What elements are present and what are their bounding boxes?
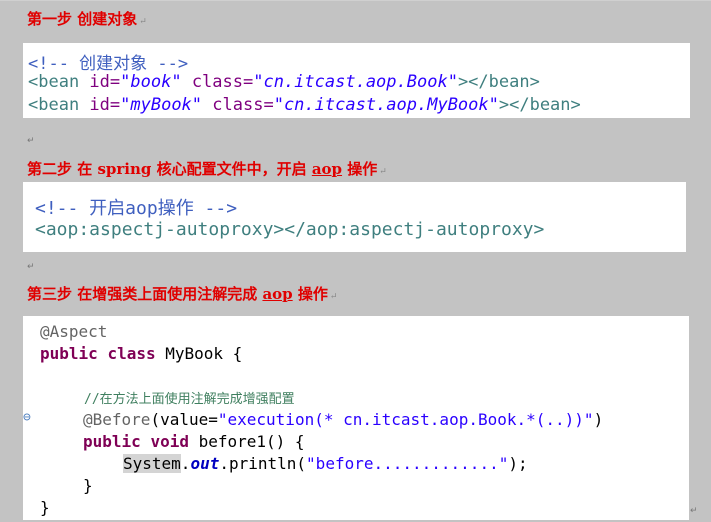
- step3-code-block: @Aspect public class MyBook { //在方法上面使用注…: [23, 316, 689, 520]
- step3-heading: 第三步 在增强类上面使用注解完成 aop 操作 ↵: [27, 283, 337, 304]
- step1-heading-text: 第一步 创建对象: [27, 10, 138, 28]
- println-call: .println(: [219, 454, 307, 473]
- aspect-annotation: @Aspect: [40, 322, 108, 341]
- step2-heading-aop: aop: [311, 160, 343, 178]
- step1-heading: 第一步 创建对象 ↵: [27, 8, 147, 29]
- bean-open-tag: <bean: [28, 95, 90, 115]
- return-mark: ↵: [379, 167, 387, 177]
- step1-code-block: <!-- 创建对象 --> <bean id="book" class="cn.…: [23, 43, 690, 118]
- system-class: System: [123, 454, 181, 473]
- class-declaration: public class MyBook {: [40, 344, 242, 363]
- aspectj-autoproxy-line: <aop:aspectj-autoproxy></aop:aspectj-aut…: [35, 219, 545, 240]
- execution-expression: "execution(* cn.itcast.aop.Book.*(..))": [217, 410, 594, 429]
- bean-open-tag: <bean: [28, 72, 90, 92]
- public-keyword: public: [83, 432, 141, 451]
- method-signature: public void before1() {: [83, 432, 305, 451]
- top-rule: [0, 0, 711, 1]
- id-attr: id=: [89, 72, 121, 92]
- out-field: out: [190, 454, 220, 473]
- class-attr: class=: [212, 95, 274, 115]
- class-close-brace: }: [40, 498, 50, 517]
- class-keyword: class: [107, 344, 156, 363]
- step2-comment: <!-- 开启aop操作 -->: [35, 198, 238, 219]
- println-statement: System.out.println("before............."…: [123, 454, 528, 473]
- id-value: "book": [120, 72, 182, 92]
- bean-book-line: <bean id="book" class="cn.itcast.aop.Boo…: [28, 72, 540, 92]
- bean-close-tag: ></bean>: [457, 72, 540, 92]
- void-keyword: void: [150, 432, 189, 451]
- println-close: );: [508, 454, 528, 473]
- return-mark: ↵: [690, 506, 698, 516]
- return-mark: ↵: [27, 136, 35, 146]
- class-attr: class=: [191, 72, 254, 92]
- before-annotation: @Before: [83, 410, 151, 429]
- step2-code-block: <!-- 开启aop操作 --> <aop:aspectj-autoproxy>…: [23, 182, 686, 252]
- return-mark: ↵: [27, 262, 35, 272]
- dot: .: [180, 454, 191, 473]
- bean-mybook-line: <bean id="myBook" class="cn.itcast.aop.M…: [28, 95, 581, 115]
- before-args-open: (value=: [150, 410, 218, 429]
- class-name: MyBook {: [155, 344, 243, 363]
- method-name: before1() {: [188, 432, 305, 451]
- id-attr: id=: [89, 95, 121, 115]
- step3-heading-suffix: 操作: [292, 285, 328, 303]
- public-keyword: public: [40, 344, 98, 363]
- print-string: "before.............": [306, 454, 509, 473]
- step3-heading-aop: aop: [262, 285, 293, 303]
- method-close-brace: }: [83, 476, 93, 495]
- id-value: "myBook": [120, 95, 203, 115]
- before-annotation-line: @Before(value="execution(* cn.itcast.aop…: [83, 410, 603, 429]
- method-comment: //在方法上面使用注解完成增强配置: [84, 392, 295, 407]
- return-mark: ↵: [139, 17, 147, 27]
- return-mark: ↵: [329, 292, 338, 302]
- class-value: "cn.itcast.aop.MyBook": [273, 95, 499, 115]
- step1-comment: <!-- 创建对象 -->: [28, 54, 189, 74]
- step2-heading-prefix: 第二步 在 spring 核心配置文件中，开启: [27, 160, 312, 178]
- class-value: "cn.itcast.aop.Book": [253, 72, 458, 92]
- fold-marker-icon: ⊖: [23, 410, 31, 425]
- step3-heading-prefix: 第三步 在增强类上面使用注解完成: [27, 285, 263, 303]
- before-args-close: ): [593, 410, 604, 429]
- step2-heading: 第二步 在 spring 核心配置文件中，开启 aop 操作 ↵: [27, 158, 387, 179]
- bean-close-tag: ></bean>: [498, 95, 581, 115]
- step2-heading-suffix: 操作: [342, 160, 378, 178]
